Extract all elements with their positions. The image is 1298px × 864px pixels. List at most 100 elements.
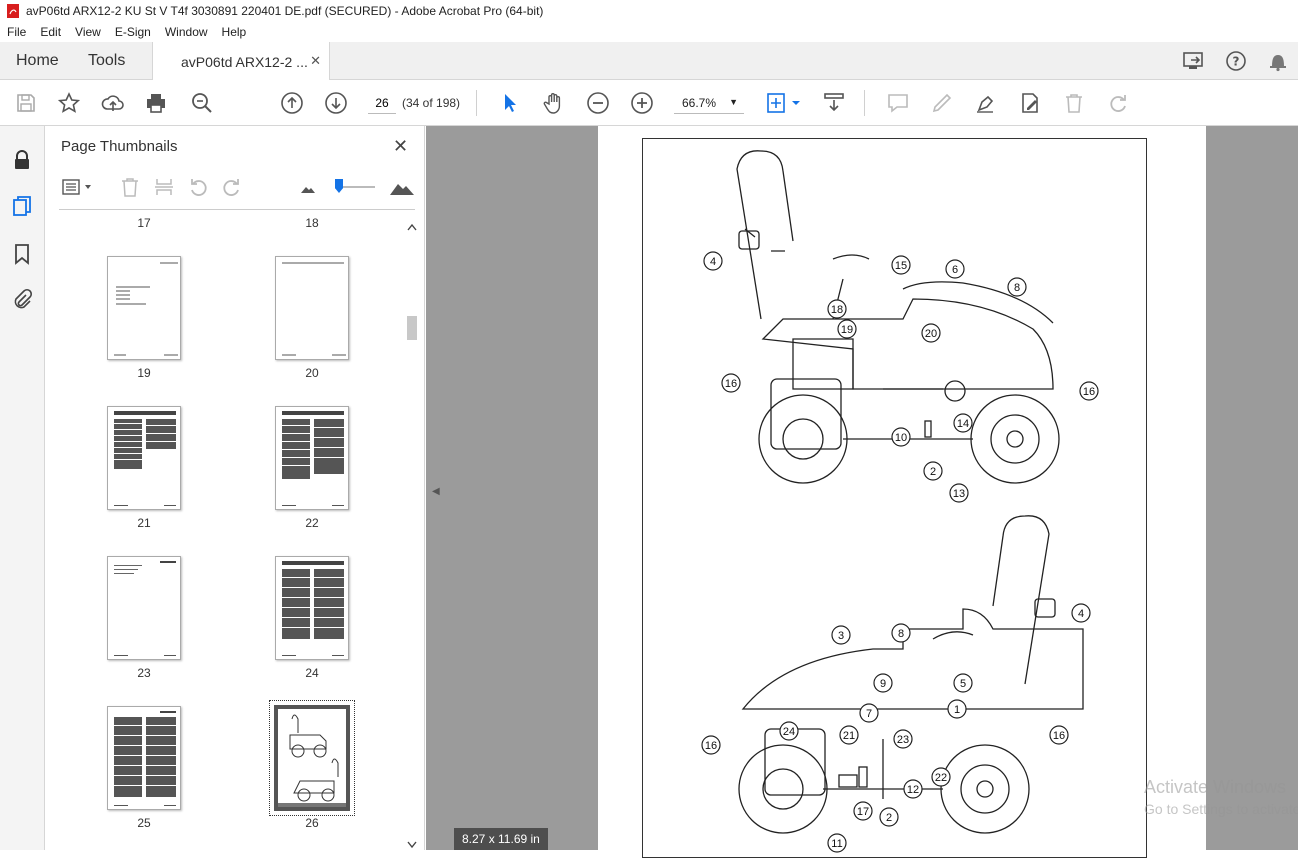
callout-number: 7 xyxy=(866,708,872,720)
callout-number: 21 xyxy=(843,730,855,742)
scroll-mode-icon[interactable] xyxy=(822,91,846,115)
windows-activation-watermark: Activate Windows Go to Settings to activ… xyxy=(1144,776,1298,820)
thumbnail-page-19[interactable] xyxy=(107,256,181,360)
zoom-out-icon[interactable] xyxy=(586,91,610,115)
tab-home[interactable]: Home xyxy=(16,42,59,80)
delete-trash-icon[interactable] xyxy=(1062,91,1086,115)
thumb-label-18: 18 xyxy=(305,216,319,230)
page-size-badge: 8.27 x 11.69 in xyxy=(454,828,548,850)
thumbnail-content xyxy=(282,411,344,506)
page-count-label: (34 of 198) xyxy=(402,96,461,110)
zoom-level-value: 66.7% xyxy=(682,95,717,110)
delete-pages-icon[interactable] xyxy=(119,176,141,198)
thumb-label-23: 23 xyxy=(137,666,151,680)
bookmarks-icon[interactable] xyxy=(10,242,34,266)
tab-tools[interactable]: Tools xyxy=(88,42,125,80)
help-icon[interactable]: ? xyxy=(1224,50,1248,72)
collapse-panel-arrow-icon[interactable]: ◀ xyxy=(432,486,440,497)
select-cursor-icon[interactable] xyxy=(498,91,522,115)
thumb-label-26: 26 xyxy=(305,816,319,830)
share-screen-icon[interactable] xyxy=(1182,50,1206,72)
thumb-label-20: 20 xyxy=(305,366,319,380)
scrollbar-thumb[interactable] xyxy=(407,316,417,340)
notifications-bell-icon[interactable] xyxy=(1266,50,1290,72)
callout-number: 2 xyxy=(886,812,892,824)
thumbnails-toolbar xyxy=(59,166,415,210)
fit-page-icon[interactable] xyxy=(766,91,802,115)
thumbnail-page-23[interactable] xyxy=(107,556,181,660)
callout-number: 20 xyxy=(925,328,937,340)
next-page-icon[interactable] xyxy=(324,91,348,115)
thumbnail-page-21[interactable] xyxy=(107,406,181,510)
lock-icon[interactable] xyxy=(10,148,34,172)
scroll-up-icon[interactable] xyxy=(405,222,419,232)
print-icon[interactable] xyxy=(144,91,168,115)
slider-handle[interactable] xyxy=(335,179,343,193)
callout-number: 8 xyxy=(898,628,904,640)
thumbnails-scrollbar[interactable] xyxy=(405,222,419,850)
extract-pages-icon[interactable] xyxy=(153,176,175,198)
callout-number: 24 xyxy=(783,726,795,738)
comment-icon[interactable] xyxy=(886,91,910,115)
menu-help[interactable]: Help xyxy=(215,25,254,39)
callout-number: 16 xyxy=(1083,386,1095,398)
save-icon[interactable] xyxy=(14,91,38,115)
menu-file[interactable]: File xyxy=(0,25,33,39)
page-frame: 4 15 6 8 18 19 20 16 16 14 10 2 13 4 3 8 9 5 7 1 24 16 16 21 23… xyxy=(642,138,1147,858)
attachments-paperclip-icon[interactable] xyxy=(10,288,34,312)
larger-thumbnails-icon[interactable] xyxy=(389,176,415,198)
callout-number: 23 xyxy=(897,734,909,746)
rotate-right-icon[interactable] xyxy=(221,176,243,198)
watermark-line-1: Activate Windows xyxy=(1144,777,1287,797)
thumbnail-page-25[interactable] xyxy=(107,706,181,810)
upload-cloud-icon[interactable] xyxy=(101,91,125,115)
chevron-down-icon: ▼ xyxy=(729,97,738,107)
smaller-thumbnails-icon[interactable] xyxy=(297,176,319,198)
toolbar-divider xyxy=(864,90,865,116)
zoom-search-icon[interactable] xyxy=(190,91,214,115)
close-panel-icon[interactable]: ✕ xyxy=(393,136,408,157)
thumbnail-page-20[interactable] xyxy=(275,256,349,360)
callout-number: 12 xyxy=(907,784,919,796)
highlight-pen-icon[interactable] xyxy=(930,91,954,115)
scroll-down-icon[interactable] xyxy=(405,840,419,850)
callout-number: 15 xyxy=(895,260,907,272)
thumbnail-content xyxy=(274,705,350,811)
callout-number: 5 xyxy=(960,678,966,690)
hand-tool-icon[interactable] xyxy=(542,91,566,115)
thumbnail-content xyxy=(114,711,176,806)
menu-esign[interactable]: E-Sign xyxy=(108,25,158,39)
bookmark-star-icon[interactable] xyxy=(57,91,81,115)
menu-edit[interactable]: Edit xyxy=(33,25,68,39)
close-tab-icon[interactable]: ✕ xyxy=(310,53,321,69)
page-thumbnails-icon[interactable] xyxy=(10,194,34,218)
menu-view[interactable]: View xyxy=(68,25,108,39)
callout-number: 2 xyxy=(930,466,936,478)
callout-number: 17 xyxy=(857,806,869,818)
thumb-label-24: 24 xyxy=(305,666,319,680)
callout-number: 4 xyxy=(1078,608,1084,620)
tab-document-label: avP06td ARX12-2 ... xyxy=(181,53,308,70)
window-title: avP06td ARX12-2 KU St V T4f 3030891 2204… xyxy=(26,4,544,18)
edit-pdf-icon[interactable] xyxy=(1018,91,1042,115)
tab-document[interactable]: avP06td ARX12-2 ... ✕ xyxy=(152,42,330,81)
callout-number: 8 xyxy=(1014,282,1020,294)
draw-sign-icon[interactable] xyxy=(974,91,998,115)
thumbnail-page-22[interactable] xyxy=(275,406,349,510)
thumbnail-page-24[interactable] xyxy=(275,556,349,660)
thumb-label-19: 19 xyxy=(137,366,151,380)
callout-number: 6 xyxy=(952,264,958,276)
redo-icon[interactable] xyxy=(1106,91,1130,115)
thumbnail-content xyxy=(114,262,178,356)
thumbnail-page-26-selected[interactable] xyxy=(269,700,355,816)
previous-page-icon[interactable] xyxy=(280,91,304,115)
document-viewer[interactable]: ◀ 4 15 6 8 18 19 20 16 16 14 10 2 13 4 3… xyxy=(426,126,1298,858)
menu-window[interactable]: Window xyxy=(158,25,215,39)
acrobat-pdf-icon xyxy=(7,4,19,18)
zoom-level-select[interactable]: 66.7% ▼ xyxy=(674,92,744,114)
rotate-left-icon[interactable] xyxy=(187,176,209,198)
zoom-in-icon[interactable] xyxy=(630,91,654,115)
page-number-input[interactable] xyxy=(368,92,396,114)
callout-number: 16 xyxy=(1053,730,1065,742)
options-menu-icon[interactable] xyxy=(61,176,95,198)
